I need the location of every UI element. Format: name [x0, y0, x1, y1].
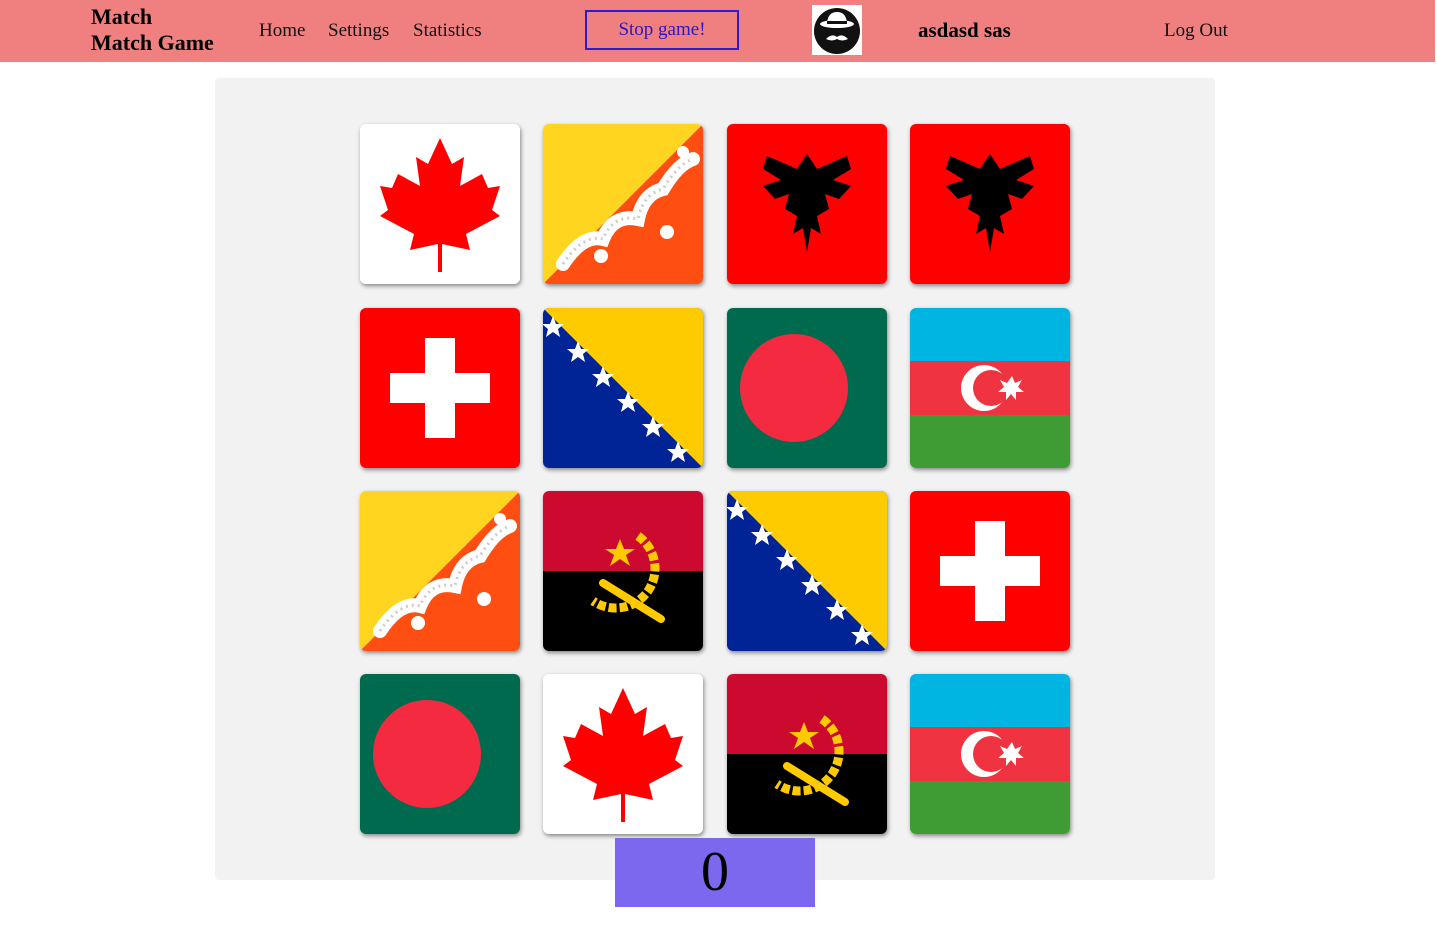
bosnia-flag-icon [543, 308, 703, 468]
card-azerbaijan-flag[interactable] [910, 308, 1070, 468]
card-switzerland-flag[interactable] [910, 491, 1070, 651]
app-logo[interactable]: Match Match Game [91, 4, 214, 56]
albania-flag-icon [727, 124, 887, 284]
card-bangladesh-flag[interactable] [360, 674, 520, 834]
canada-flag-icon [543, 674, 703, 834]
user-avatar-icon [814, 8, 860, 54]
nav-statistics-link[interactable]: Statistics [413, 20, 482, 42]
card-albania-flag[interactable] [727, 124, 887, 284]
logo-line-1: Match [91, 4, 153, 29]
switzerland-flag-icon [360, 308, 520, 468]
switzerland-flag-icon [910, 491, 1070, 651]
card-azerbaijan-flag[interactable] [910, 674, 1070, 834]
card-bosnia-flag[interactable] [727, 491, 887, 651]
bangladesh-flag-icon [727, 308, 887, 468]
azerbaijan-flag-icon [910, 308, 1070, 468]
albania-flag-icon [910, 124, 1070, 284]
card-switzerland-flag[interactable] [360, 308, 520, 468]
card-bosnia-flag[interactable] [543, 308, 703, 468]
angola-flag-icon [543, 491, 703, 651]
angola-flag-icon [727, 674, 887, 834]
logo-line-2: Match Game [91, 30, 214, 55]
card-bangladesh-flag[interactable] [727, 308, 887, 468]
card-angola-flag[interactable] [727, 674, 887, 834]
user-avatar[interactable] [812, 5, 862, 55]
card-bhutan-flag[interactable] [360, 491, 520, 651]
logout-link[interactable]: Log Out [1164, 20, 1228, 42]
nav-home-link[interactable]: Home [259, 20, 305, 42]
stop-game-button[interactable]: Stop game! [585, 10, 739, 50]
card-angola-flag[interactable] [543, 491, 703, 651]
card-albania-flag[interactable] [910, 124, 1070, 284]
card-canada-flag[interactable] [360, 124, 520, 284]
bosnia-flag-icon [727, 491, 887, 651]
azerbaijan-flag-icon [910, 674, 1070, 834]
score-counter: 0 [615, 838, 815, 907]
bangladesh-flag-icon [360, 674, 520, 834]
bhutan-flag-icon [360, 491, 520, 651]
username-label: asdasd sas [918, 18, 1011, 42]
card-bhutan-flag[interactable] [543, 124, 703, 284]
top-navbar: Match Match Game Home Settings Statistic… [0, 0, 1435, 62]
canada-flag-icon [360, 124, 520, 284]
card-canada-flag[interactable] [543, 674, 703, 834]
nav-settings-link[interactable]: Settings [328, 20, 389, 42]
bhutan-flag-icon [543, 124, 703, 284]
